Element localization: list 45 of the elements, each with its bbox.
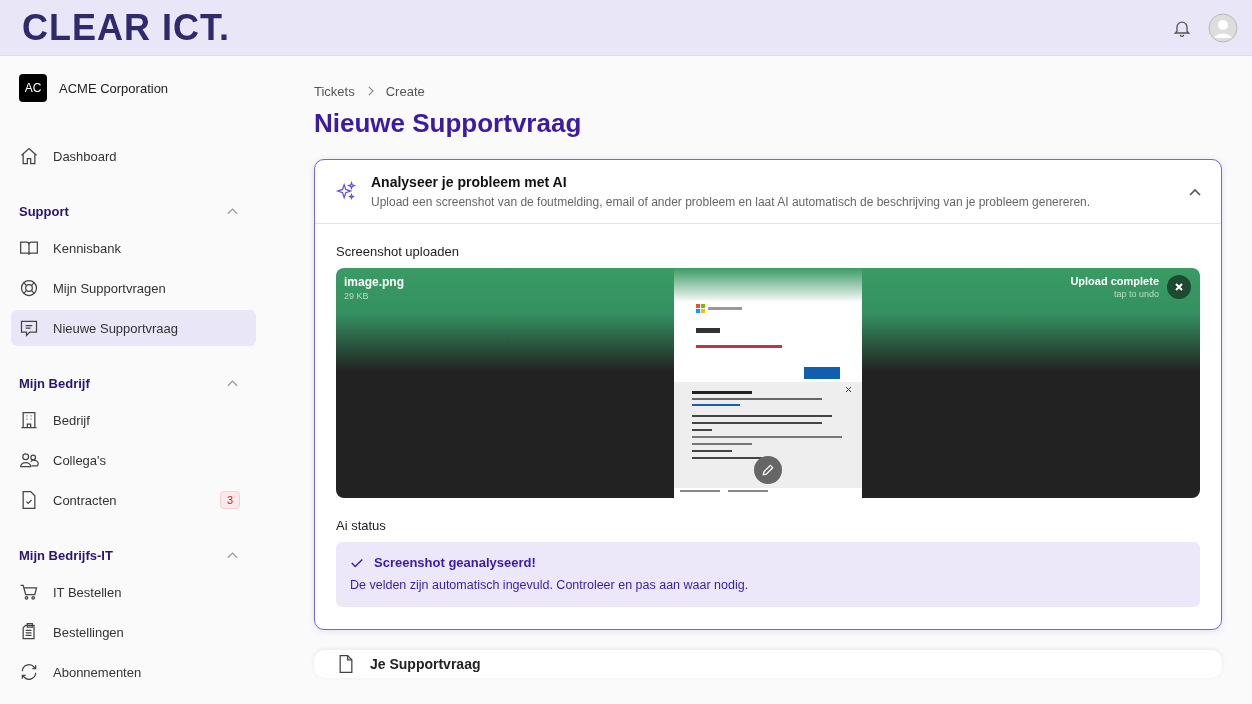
building-icon [19,410,39,430]
org-initials: AC [19,74,47,102]
nav-item[interactable]: Dashboard [11,138,256,174]
status-title: Screenshot geanalyseerd! [374,555,536,570]
nav-item[interactable]: Bedrijf [11,402,256,438]
org-name[interactable]: ACME Corporation [59,80,169,96]
refresh-icon [19,662,39,682]
section-title: Mijn Bedrijf [19,375,90,391]
chat-icon [19,318,39,338]
breadcrumb-link[interactable]: Create [385,83,425,99]
sparkles-icon [335,180,357,203]
close-icon [1174,282,1184,292]
breadcrumb-link[interactable]: Tickets [314,83,355,99]
chevron-icon[interactable] [1189,187,1201,196]
nav-item[interactable]: Mijn Supportvragen [11,270,256,306]
status-message: De velden zijn automatisch ingevuld. Controleer en pas aan waar nodig. [350,578,750,592]
section-title: Mijn Bedrijfs-IT [19,547,113,563]
nav-item[interactable]: Abonnementen [11,654,256,690]
logo[interactable]: CLEAR ICT. [22,6,230,49]
nav-item[interactable]: Contracten 3 [11,482,256,518]
count-badge: 3 [219,491,240,509]
nav-item[interactable]: Bestellingen [11,614,256,650]
nav-item[interactable]: IT Bestellen [11,574,256,610]
chevron-icon [366,86,374,96]
people-icon [19,450,39,470]
card-description: Upload een screenshot van de foutmelding, email of ander probleem en laat AI automatisch de beschrijving van je probleem genereren. [371,195,1092,209]
house-icon [19,146,39,166]
card-title: Analyseer je probleem met AI [371,174,568,190]
field-label: Screenshot uploaden [336,244,460,259]
pencil-icon [761,463,775,477]
page-title: Nieuwe Supportvraag [314,108,583,139]
upload-preview[interactable]: image.png 29 KB Upload complete tap to undo [336,268,1200,498]
section-title: Support [19,203,69,219]
file-name: image.png [344,275,404,289]
nav-item[interactable]: Kennisbank [11,230,256,266]
field-label: Ai status [336,518,387,533]
upload-status: Upload complete [1070,275,1159,287]
lifebuoy-icon [19,278,39,298]
nav-item[interactable]: Collega's [11,442,256,478]
nav-item[interactable]: Nieuwe Supportvraag [11,310,256,346]
cart-icon [19,582,39,602]
remove-button[interactable] [1167,275,1191,299]
file-size: 29 KB [344,291,370,301]
undo-hint: tap to undo [1113,289,1159,299]
card-title: Je Supportvraag [370,656,481,672]
